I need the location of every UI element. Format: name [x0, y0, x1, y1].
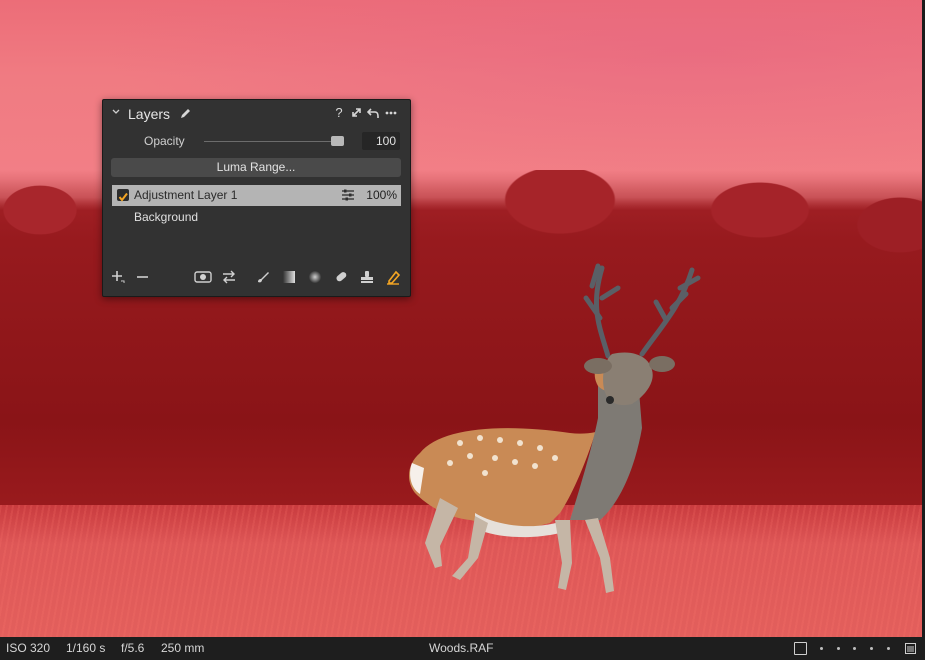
- remove-icon[interactable]: [134, 269, 152, 287]
- eye-icon[interactable]: [194, 269, 212, 287]
- dot-icon[interactable]: [837, 647, 840, 650]
- checkbox-icon[interactable]: [794, 642, 807, 655]
- status-bar: ISO 320 1/160 s f/5.6 250 mm Woods.RAF: [0, 637, 925, 660]
- help-icon[interactable]: ?: [332, 106, 346, 120]
- opacity-slider-thumb[interactable]: [331, 136, 344, 146]
- layer-visibility-checkbox[interactable]: [117, 189, 129, 202]
- shutter-readout: 1/160 s: [66, 641, 106, 655]
- focal-length-readout: 250 mm: [161, 641, 205, 655]
- layer-row-background[interactable]: Background: [112, 207, 401, 228]
- opacity-label: Opacity: [144, 134, 185, 148]
- more-icon[interactable]: [384, 106, 398, 120]
- layer-name: Background: [134, 210, 199, 224]
- image-viewer[interactable]: [0, 0, 922, 637]
- clone-icon[interactable]: [358, 269, 376, 287]
- gradient-icon[interactable]: [280, 269, 298, 287]
- panel-header[interactable]: Layers ?: [103, 100, 410, 128]
- panel-title: Layers: [128, 106, 171, 122]
- layers-toolbar: [103, 265, 410, 291]
- layer-row-adjustment[interactable]: Adjustment Layer 1 100%: [112, 185, 401, 206]
- dot-icon[interactable]: [853, 647, 856, 650]
- heal-icon[interactable]: [332, 269, 350, 287]
- dot-icon[interactable]: [870, 647, 873, 650]
- opacity-row: Opacity 100: [103, 130, 410, 152]
- deer-photo-subject: [408, 263, 701, 593]
- dot-icon[interactable]: [820, 647, 823, 650]
- layer-name: Adjustment Layer 1: [134, 188, 238, 202]
- dot-icon[interactable]: [887, 647, 890, 650]
- reset-icon[interactable]: [366, 106, 380, 120]
- file-name: Woods.RAF: [429, 641, 494, 655]
- opacity-value-field[interactable]: 100: [362, 132, 400, 150]
- adjustments-icon[interactable]: [341, 188, 355, 209]
- list-view-icon[interactable]: [905, 643, 916, 657]
- pencil-icon[interactable]: [179, 107, 192, 125]
- aperture-readout: f/5.6: [121, 641, 145, 655]
- opacity-slider[interactable]: [204, 141, 344, 142]
- eraser-icon[interactable]: [384, 269, 402, 287]
- add-icon[interactable]: [109, 269, 127, 287]
- expand-icon[interactable]: [349, 106, 363, 120]
- iso-readout: ISO 320: [6, 641, 51, 655]
- layer-opacity: 100%: [366, 188, 397, 202]
- layers-panel: Layers ? Opacity 100 Luma Range... Adjus…: [102, 99, 411, 297]
- chevron-down-icon[interactable]: [111, 107, 121, 117]
- radial-icon[interactable]: [306, 269, 324, 287]
- luma-range-button[interactable]: Luma Range...: [111, 158, 401, 177]
- swap-icon[interactable]: [220, 269, 238, 287]
- brush-icon[interactable]: [254, 269, 272, 287]
